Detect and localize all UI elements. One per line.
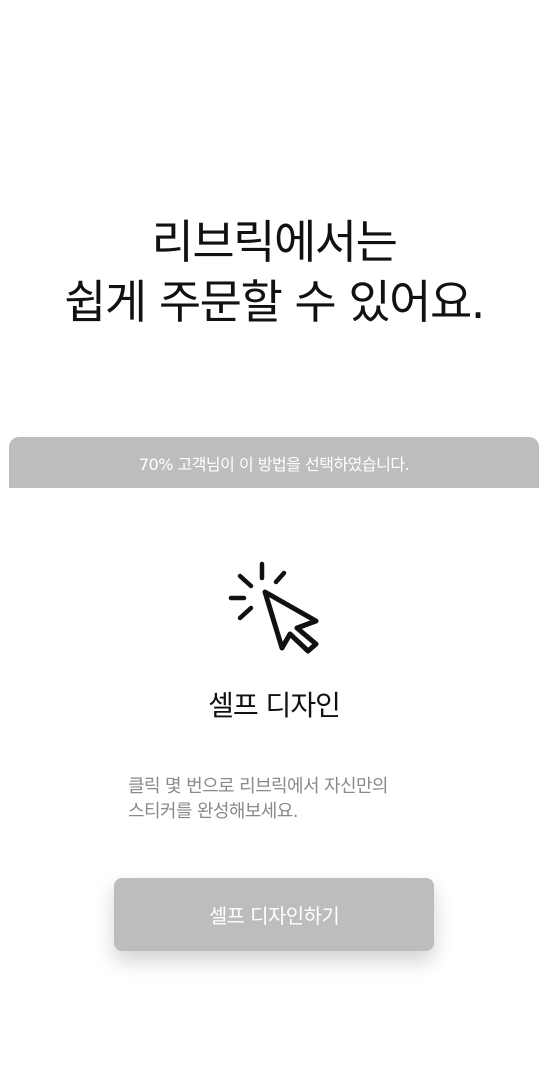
headline-line-1: 리브릭에서는	[151, 215, 398, 269]
option-description-line-2: 스티커를 완성해보세요.	[128, 801, 298, 822]
option-description: 클릭 몇 번으로 리브릭에서 자신만의 스티커를 완성해보세요.	[128, 774, 448, 824]
click-cursor-icon	[224, 558, 324, 658]
banner-text: 70% 고객님이 이 방법을 선택하였습니다.	[138, 454, 410, 474]
option-description-line-1: 클릭 몇 번으로 리브릭에서 자신만의	[128, 776, 388, 797]
headline: 리브릭에서는 쉽게 주문할 수 있어요.	[0, 212, 548, 332]
option-title: 셀프 디자인	[208, 689, 341, 722]
self-design-button[interactable]: 셀프 디자인하기	[114, 878, 434, 951]
headline-line-2: 쉽게 주문할 수 있어요.	[64, 275, 485, 329]
popular-choice-banner: 70% 고객님이 이 방법을 선택하였습니다.	[9, 437, 539, 488]
